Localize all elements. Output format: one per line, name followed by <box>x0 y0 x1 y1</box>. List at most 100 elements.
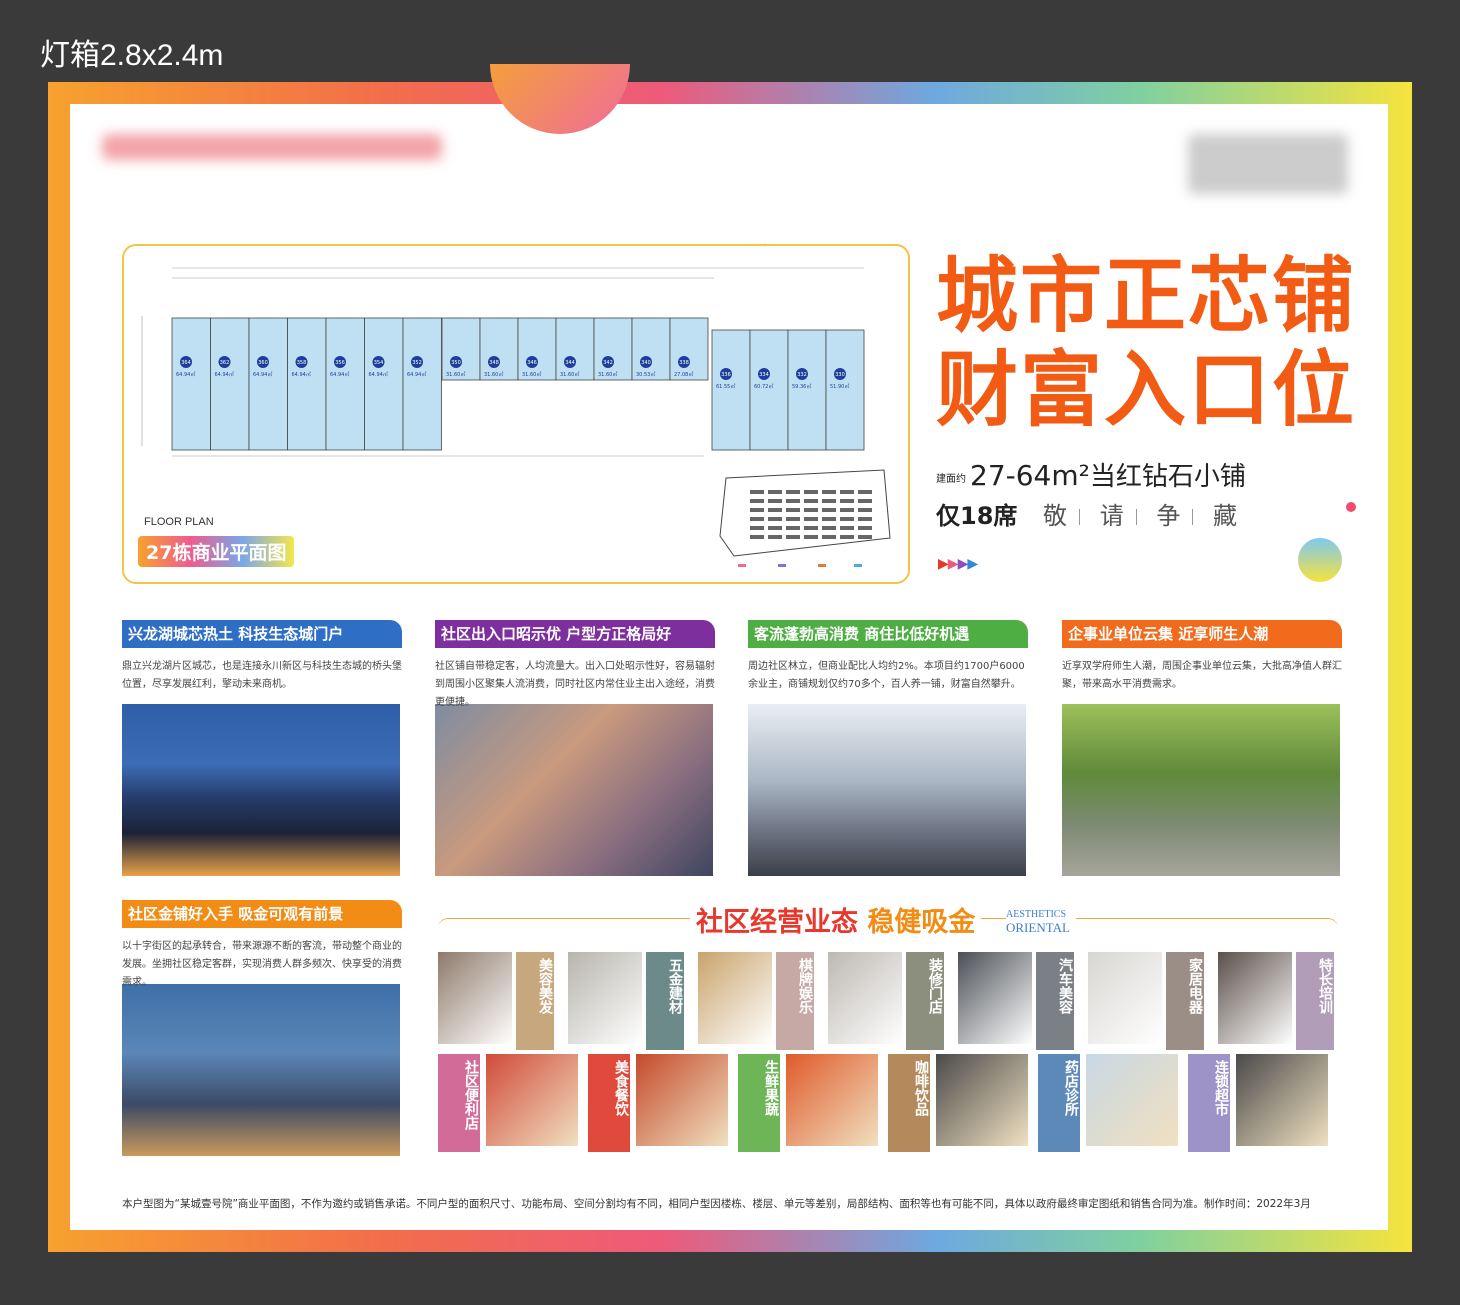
plan-unit <box>287 317 327 451</box>
plan-unit-number: 342 <box>603 360 613 366</box>
site-building <box>840 508 854 512</box>
plan-unit <box>631 317 671 381</box>
word-1: 敬 <box>1043 502 1068 530</box>
plan-unit <box>749 329 789 451</box>
business-photo <box>486 1054 578 1146</box>
feature-title: 社区出入口昭示优 户型方正格局好 <box>435 620 715 648</box>
plan-unit <box>711 329 751 451</box>
headline-line-2: 财富入口位 <box>936 343 1357 438</box>
site-building <box>750 535 764 539</box>
site-building <box>804 517 818 521</box>
plan-unit-number: 330 <box>835 372 845 378</box>
site-building <box>822 499 836 503</box>
poster-canvas: 364 64.94㎡ 362 64.94㎡ 360 64.94㎡ 358 64.94㎡ 356 6… <box>70 64 1388 1230</box>
logo-blurred-right <box>1188 134 1348 194</box>
decor-circle-right <box>1298 538 1342 582</box>
site-building <box>768 517 782 521</box>
plan-unit-area: 31.60㎡ <box>446 371 465 378</box>
plan-unit-area: 31.60㎡ <box>598 371 617 378</box>
plan-unit-area: 64.94㎡ <box>176 371 195 378</box>
feature-title: 客流蓬勃高消费 商住比低好机遇 <box>748 620 1028 648</box>
business-photo <box>1086 1054 1178 1146</box>
site-building <box>750 490 764 494</box>
site-building <box>858 490 872 494</box>
business-label: 家居电器 <box>1166 952 1204 1050</box>
plan-unit <box>171 317 211 451</box>
plan-unit-area: 31.60㎡ <box>484 371 503 378</box>
plan-unit-number: 334 <box>759 372 769 378</box>
site-building <box>804 526 818 530</box>
plan-unit-area: 64.94㎡ <box>253 371 272 378</box>
spec-label: 灯箱2.8x2.4m <box>40 39 224 72</box>
plan-unit <box>325 317 365 451</box>
site-building <box>768 508 782 512</box>
plan-unit <box>825 329 865 451</box>
business-tile: 药店诊所 <box>1038 1054 1178 1152</box>
disclaimer: 本户型图为“某城壹号院”商业平面图，不作为邀约或销售承诺。不同户型的面积尺寸、功… <box>122 1198 1311 1210</box>
business-label: 特长培训 <box>1296 952 1334 1050</box>
floor-plan-drawing: 364 64.94㎡ 362 64.94㎡ 360 64.94㎡ 358 64.94㎡ 356 6… <box>141 246 891 567</box>
plan-unit-number: 350 <box>451 360 461 366</box>
plan-unit-area: 61.55㎡ <box>716 383 735 390</box>
business-tile: 连锁超市 <box>1188 1054 1328 1152</box>
business-tile: 汽车美容 <box>958 952 1076 1050</box>
business-label: 美容美发 <box>516 952 554 1050</box>
business-en: AESTHETICS ORIENTAL <box>1006 908 1076 936</box>
plan-unit <box>441 317 481 381</box>
plan-unit-number: 348 <box>489 360 499 366</box>
site-building <box>840 517 854 521</box>
site-building <box>858 508 872 512</box>
floor-plan-card: 364 64.94㎡ 362 64.94㎡ 360 64.94㎡ 358 64.94㎡ 356 6… <box>122 244 910 584</box>
site-building <box>804 535 818 539</box>
commercial-plaza-photo <box>122 984 400 1156</box>
business-label: 社区便利店 <box>438 1054 480 1152</box>
plan-unit-area: 64.94㎡ <box>292 371 311 378</box>
business-tile: 社区便利店 <box>438 1054 578 1152</box>
plan-unit-number: 356 <box>335 360 345 366</box>
word-2: 请 <box>1099 502 1124 530</box>
plan-unit <box>248 317 288 451</box>
plan-unit <box>517 317 557 381</box>
plan-unit-area: 64.94㎡ <box>215 371 234 378</box>
site-building <box>840 499 854 503</box>
word-4: 藏 <box>1212 502 1237 530</box>
site-building <box>750 526 764 530</box>
plan-unit-number: 354 <box>374 360 384 366</box>
business-photo <box>786 1054 878 1146</box>
plan-unit-area: 27.08㎡ <box>674 371 693 378</box>
area-suffix: 当红钻石小铺 <box>1089 462 1246 492</box>
site-building <box>840 490 854 494</box>
site-building <box>822 526 836 530</box>
business-label: 装修门店 <box>906 952 944 1050</box>
seats-count: 仅18席 <box>936 502 1018 530</box>
feature-desc: 以十字街区的起承转合，带来源源不断的客流，带动整个商业的发展。坐拥社区稳定客群，… <box>122 941 402 988</box>
feature-title: 企事业单位云集 近享师生人潮 <box>1062 620 1342 648</box>
business-photo <box>438 952 512 1044</box>
business-tile: 美食餐饮 <box>588 1054 728 1152</box>
plan-unit <box>669 317 709 381</box>
plan-unit-number: 364 <box>181 360 191 366</box>
word-3: 争 <box>1156 502 1181 530</box>
business-tile: 装修门店 <box>828 952 946 1050</box>
business-en-2: ORIENTAL <box>1006 920 1070 935</box>
business-photo <box>1088 952 1162 1044</box>
feature-desc: 社区铺自带稳定客，人均流量大。出入口处昭示性好，容易辐射到周围小区聚集人流消费，… <box>435 661 715 708</box>
plan-unit <box>555 317 595 381</box>
campus-path-photo <box>1062 704 1340 876</box>
plan-unit <box>402 317 442 451</box>
site-building <box>786 517 800 521</box>
business-label: 咖啡饮品 <box>888 1054 930 1152</box>
business-label: 汽车美容 <box>1036 952 1074 1050</box>
site-building <box>858 517 872 521</box>
city-night-photo <box>122 704 400 876</box>
site-building <box>768 526 782 530</box>
business-tile: 棋牌娱乐 <box>698 952 816 1050</box>
business-label: 连锁超市 <box>1188 1054 1230 1152</box>
site-building <box>786 535 800 539</box>
plan-unit-number: 360 <box>258 360 268 366</box>
arrow-decor: ▶▶▶▶ <box>938 556 978 572</box>
plan-unit-number: 338 <box>679 360 689 366</box>
plan-unit-number: 352 <box>412 360 422 366</box>
site-building <box>786 490 800 494</box>
shopping-street-photo <box>435 704 713 876</box>
